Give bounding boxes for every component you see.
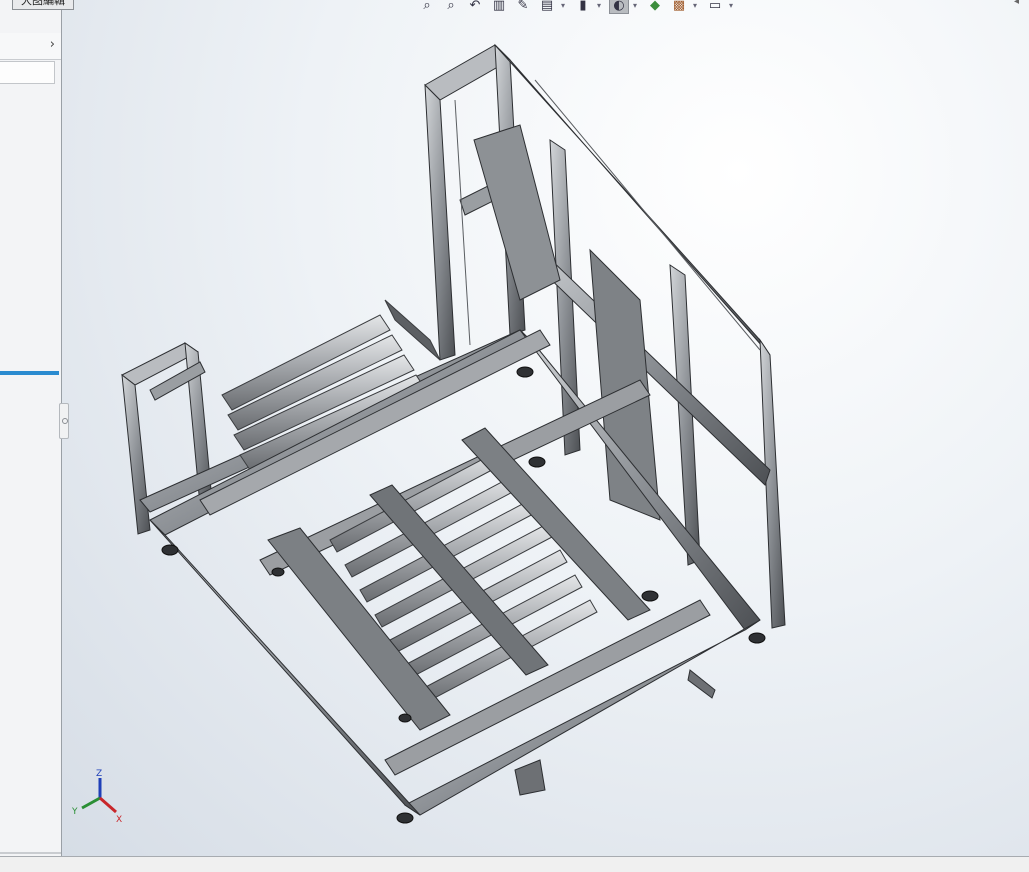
assembly-model[interactable] [62, 0, 1029, 856]
panel-tab-button[interactable]: 大图編輯 [12, 0, 74, 10]
y-axis-label: Y [71, 807, 78, 817]
y-axis-line [81, 796, 101, 810]
coordinate-triad: Z Y X [71, 769, 122, 825]
x-axis-label: X [116, 815, 122, 825]
graphics-viewport[interactable]: ⌕ ⌕ ↶ ▥ ✎ ▤ ▾ ▮ ▾ ◐ ▾ ◆ ▩ ▾ ▭ ▾ ◂ Z Y X [62, 0, 1029, 856]
x-axis-line [99, 796, 117, 814]
pane-header-row[interactable]: › [0, 33, 61, 60]
z-axis-label: Z [96, 769, 102, 779]
pane-input-field[interactable] [0, 61, 55, 84]
status-bar [0, 856, 1029, 872]
property-manager-pane: 大图編輯 › [0, 0, 74, 856]
chevron-right-icon[interactable]: › [50, 37, 55, 52]
pane-collapse-handle[interactable] [59, 403, 69, 439]
active-section-indicator [0, 371, 59, 375]
pane-divider [0, 852, 61, 854]
